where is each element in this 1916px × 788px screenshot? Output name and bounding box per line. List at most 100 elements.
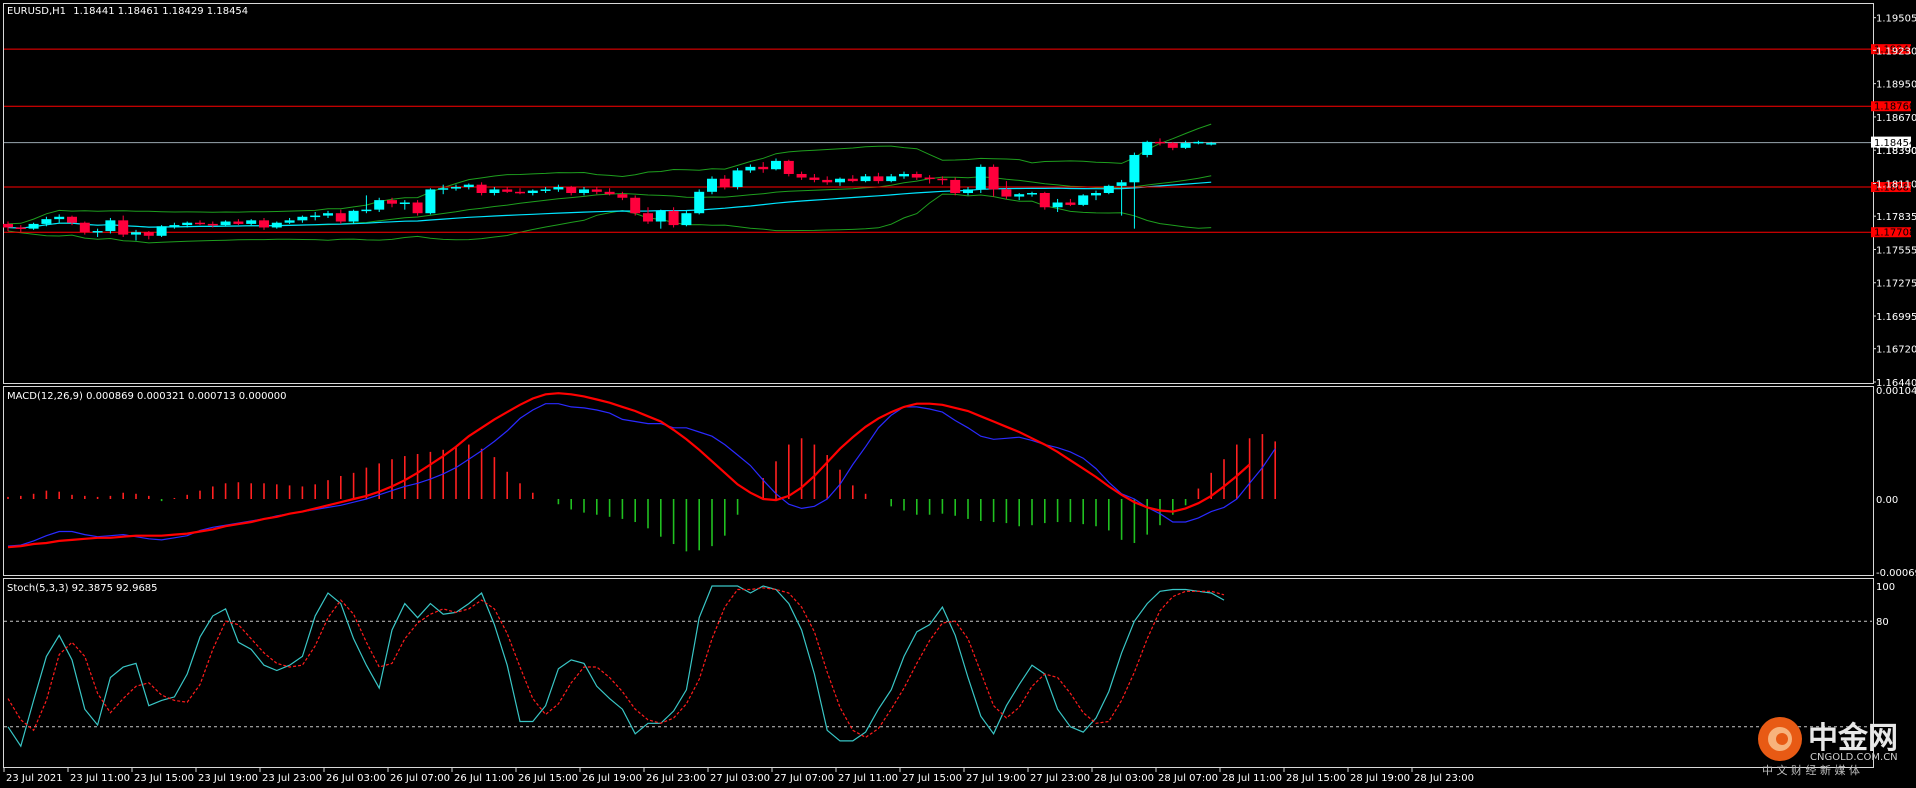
candle-body[interactable] [527, 190, 538, 193]
candle-body[interactable] [323, 213, 333, 216]
candle-body[interactable] [732, 170, 743, 188]
candle-body[interactable] [271, 222, 282, 228]
candle-body[interactable] [975, 166, 986, 190]
candle-body[interactable] [92, 231, 103, 233]
candle-body[interactable] [79, 222, 90, 233]
candle-body[interactable] [233, 221, 244, 224]
time-axis-label: 26 Jul 15:00 [518, 773, 578, 784]
candle-body[interactable] [1001, 189, 1012, 197]
candle-body[interactable] [15, 227, 26, 229]
candle-body[interactable] [284, 220, 295, 223]
candle-body[interactable] [579, 189, 589, 193]
candle-body[interactable] [745, 166, 756, 171]
candle-body[interactable] [988, 166, 999, 190]
candle-body[interactable] [886, 176, 897, 182]
candle-body[interactable] [105, 220, 116, 232]
candle-body[interactable] [156, 226, 167, 236]
candle-body[interactable] [169, 225, 180, 227]
candle-body[interactable] [707, 178, 717, 192]
candle-body[interactable] [924, 177, 935, 180]
candle-body[interactable] [694, 191, 705, 214]
candle-body[interactable] [1027, 193, 1037, 195]
candle-body[interactable] [220, 221, 231, 226]
candle-body[interactable] [899, 173, 909, 177]
candle-body[interactable] [1167, 143, 1178, 148]
candle-body[interactable] [1078, 195, 1089, 205]
candle-body[interactable] [630, 197, 641, 214]
candle-body[interactable] [463, 184, 474, 188]
candle-body[interactable] [182, 222, 193, 226]
candle-body[interactable] [131, 232, 141, 235]
candle-body[interactable] [118, 220, 129, 235]
candle-body[interactable] [143, 232, 154, 236]
candle-body[interactable] [1193, 141, 1204, 144]
candle-body[interactable] [835, 178, 845, 183]
candle-body[interactable] [207, 223, 218, 226]
candle-body[interactable] [361, 209, 372, 212]
candle-body[interactable] [822, 179, 833, 183]
candle-body[interactable] [873, 176, 884, 182]
candle-body[interactable] [374, 200, 385, 210]
candle-body[interactable] [67, 216, 77, 223]
candle-body[interactable] [3, 223, 13, 228]
candle-body[interactable] [425, 189, 436, 214]
chart-canvas[interactable]: 1.192401.187601.180811.177081.18454 1.19… [0, 0, 1916, 788]
candle-body[interactable] [617, 194, 628, 198]
candle-body[interactable] [566, 187, 577, 193]
candle-body[interactable] [1129, 154, 1140, 183]
candle-body[interactable] [1091, 193, 1101, 196]
candle-body[interactable] [911, 173, 922, 178]
candle-body[interactable] [348, 210, 359, 222]
candle-body[interactable] [259, 220, 269, 228]
candle-body[interactable] [399, 202, 410, 205]
candle-body[interactable] [1039, 193, 1050, 208]
candle-body[interactable] [438, 188, 449, 190]
cngold-logo: 中金网 CNGOLD.COM.CN 中 文 财 经 新 媒 体 [1758, 717, 1898, 777]
candle-body[interactable] [963, 189, 973, 193]
candle-body[interactable] [28, 223, 39, 229]
candle-body[interactable] [604, 191, 615, 195]
candle-body[interactable] [950, 179, 961, 193]
candle-body[interactable] [246, 220, 257, 224]
candle-body[interactable] [195, 222, 205, 225]
candle-body[interactable] [1052, 202, 1063, 208]
candle-body[interactable] [1116, 182, 1127, 186]
candle-body[interactable] [937, 178, 948, 181]
candle-body[interactable] [809, 177, 820, 180]
candle-body[interactable] [860, 176, 871, 182]
candle-body[interactable] [643, 213, 653, 222]
candle-body[interactable] [335, 213, 346, 222]
candle-body[interactable] [1142, 141, 1153, 155]
candle-body[interactable] [451, 187, 461, 189]
candle-body[interactable] [412, 202, 423, 214]
candle-body[interactable] [310, 215, 321, 218]
candle-body[interactable] [1155, 141, 1165, 144]
candle-body[interactable] [553, 187, 564, 190]
candle-body[interactable] [489, 189, 500, 193]
candle-body[interactable] [502, 189, 513, 192]
candle-body[interactable] [796, 173, 807, 178]
candle-body[interactable] [1103, 185, 1114, 193]
candle-body[interactable] [681, 213, 692, 226]
candle-body[interactable] [719, 178, 730, 188]
candle-body[interactable] [1065, 202, 1076, 205]
candle-body[interactable] [54, 216, 65, 220]
candle-body[interactable] [297, 216, 308, 221]
candle-body[interactable] [1180, 143, 1191, 148]
candle-body[interactable] [847, 178, 858, 182]
candle-body[interactable] [515, 191, 525, 194]
candle-body[interactable] [540, 189, 551, 191]
candle-body[interactable] [1014, 194, 1025, 197]
time-axis-label: 28 Jul 11:00 [1222, 773, 1282, 784]
candle-body[interactable] [783, 160, 794, 174]
candle-body[interactable] [771, 160, 781, 170]
candle-body[interactable] [387, 200, 397, 204]
macd-panel-frame [3, 386, 1874, 576]
candle-body[interactable] [591, 189, 602, 192]
candle-body[interactable] [758, 166, 769, 170]
candle-body[interactable] [668, 210, 679, 226]
candle-body[interactable] [41, 219, 52, 224]
candle-body[interactable] [1206, 143, 1217, 145]
candle-body[interactable] [655, 210, 666, 222]
candle-body[interactable] [476, 184, 487, 193]
